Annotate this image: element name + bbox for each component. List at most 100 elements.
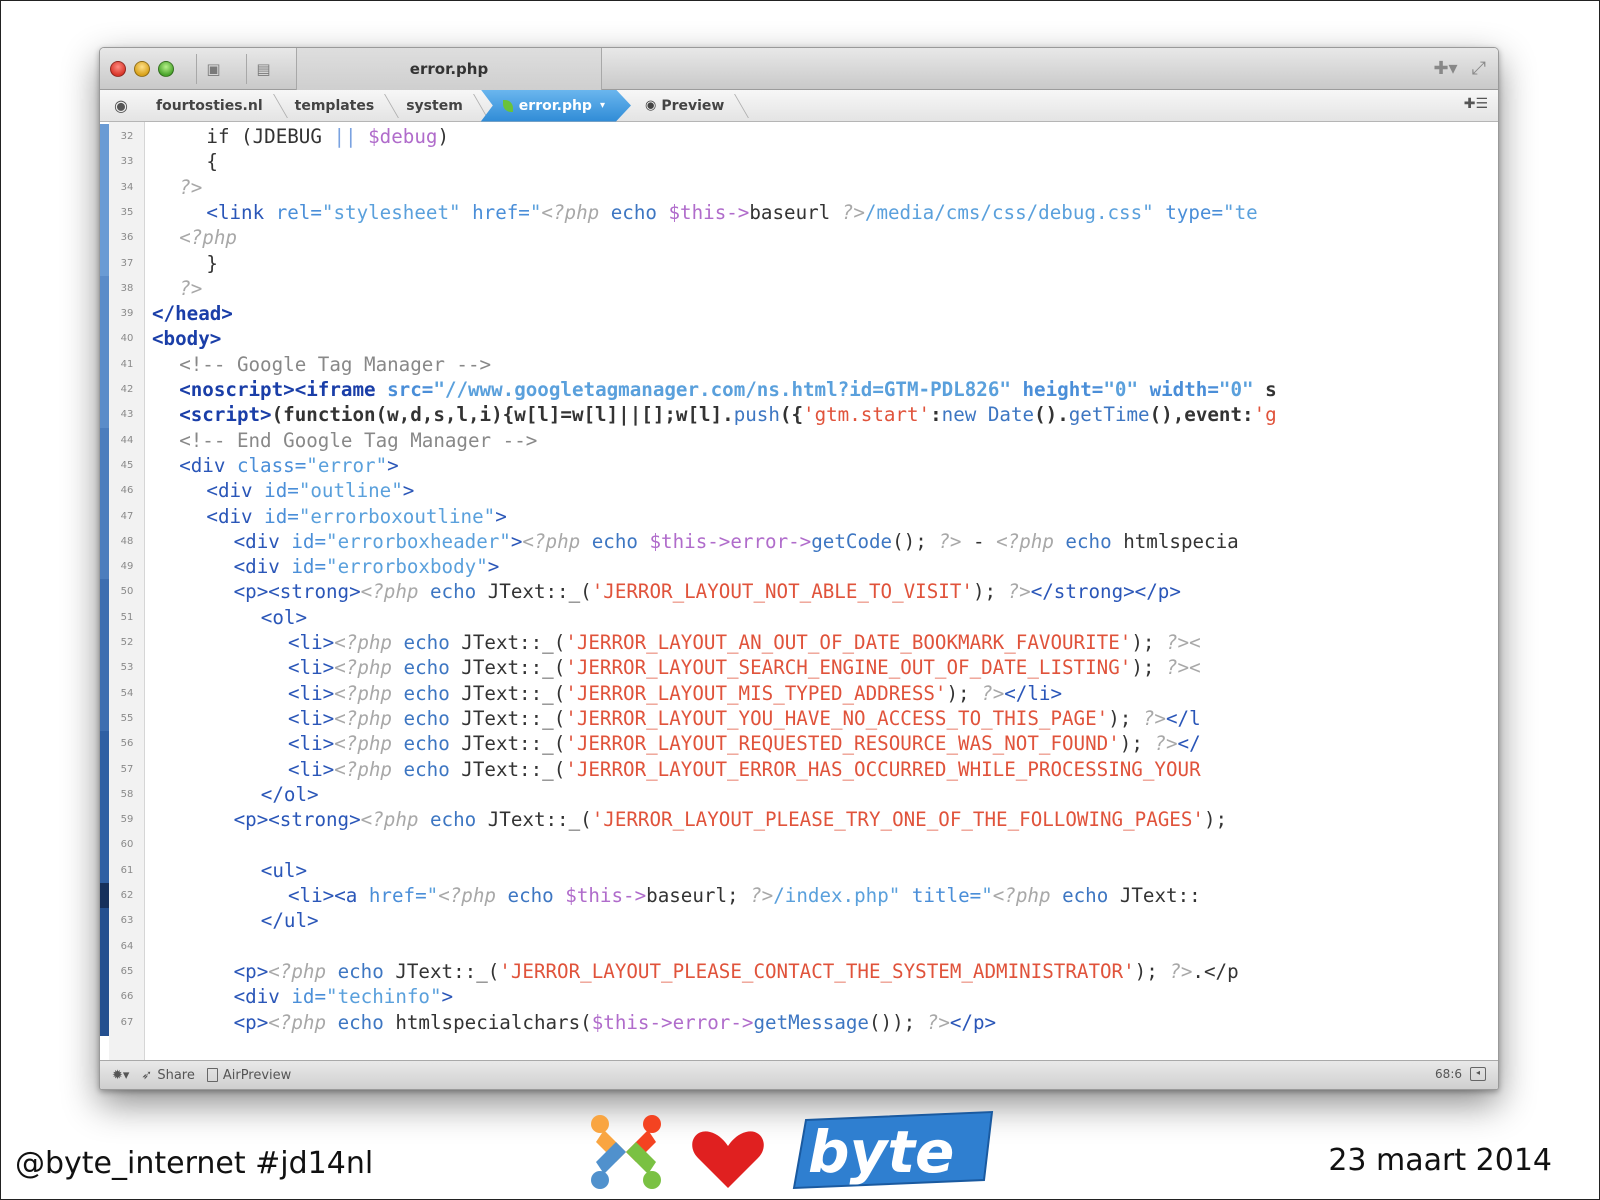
code-text: }	[206, 251, 218, 277]
code-line[interactable]: 41 <!-- Google Tag Manager -->	[100, 351, 1498, 378]
minimize-button[interactable]	[134, 61, 150, 77]
line-number: 54	[120, 687, 134, 699]
code-text: <li><a href="<?php echo $this->baseurl; …	[288, 883, 1201, 909]
code-token: }	[206, 251, 218, 275]
code-line[interactable]: 33 {	[100, 149, 1498, 176]
code-token: >	[487, 555, 500, 579]
preview-button[interactable]: ◉ Preview	[631, 90, 742, 122]
crumb-templates[interactable]: templates	[281, 90, 393, 122]
code-token: <li>	[288, 631, 335, 654]
code-line[interactable]: 39 </head>	[100, 301, 1498, 328]
code-token: </li>	[1004, 681, 1063, 705]
code-token: <script>	[179, 403, 272, 427]
code-line[interactable]: 44 <!-- End Google Tag Manager -->	[100, 427, 1498, 454]
code-token: echo	[599, 200, 669, 224]
code-line[interactable]: 49 <div id="errorboxbody">	[100, 554, 1498, 581]
change-marker	[100, 984, 109, 1011]
code-line[interactable]: 54 <li><?php echo JText::_('JERROR_LAYOUT…	[100, 680, 1498, 707]
code-token: <?php	[334, 681, 392, 705]
settings-menu[interactable]: ✹▾	[112, 1068, 129, 1083]
change-marker	[100, 604, 109, 631]
line-number: 37	[120, 257, 134, 269]
code-token: "	[529, 200, 542, 224]
change-marker	[100, 199, 109, 226]
code-token: id=	[264, 504, 299, 528]
navigation-icon[interactable]: ◉	[100, 90, 142, 122]
panel-toggle-icon[interactable]: ▤	[246, 54, 280, 84]
code-token: 'JERROR_LAYOUT_NOT_ABLE_TO_VISIT'	[591, 580, 973, 604]
line-number: 51	[120, 611, 134, 623]
code-token: href=	[368, 884, 427, 907]
code-line[interactable]: 65 <p><?php echo JText::_('JERROR_LAYOUT_…	[100, 958, 1498, 985]
code-token: echo	[326, 1010, 396, 1034]
add-icon[interactable]: ✚▾	[1433, 58, 1457, 79]
code-token: error->	[730, 529, 812, 553]
code-token: >	[402, 479, 415, 503]
code-token: JText::_(	[487, 580, 592, 604]
bookmark-list-icon[interactable]: ✚☰	[1464, 96, 1488, 112]
crumb-site[interactable]: fourtosties.nl	[142, 90, 281, 122]
code-token: class=	[236, 453, 307, 477]
code-line[interactable]: 66 <div id="techinfo">	[100, 984, 1498, 1011]
code-line[interactable]: 67 <p><?php echo htmlspecialchars($this->…	[100, 1009, 1498, 1036]
code-token: htmlspecialchars(	[395, 1010, 592, 1034]
code-token: "	[981, 884, 993, 907]
titlebar: ▣ ▤ error.php ✚▾ ⤢	[100, 48, 1498, 90]
titlebar-actions: ✚▾ ⤢	[1433, 58, 1486, 79]
tab-error-php[interactable]: error.php	[296, 48, 602, 90]
code-editor[interactable]: 32 if (JDEBUG || $debug) 33 {34 ?> 35 <link re…	[100, 122, 1498, 1062]
code-line[interactable]: 58 </ol>	[100, 781, 1498, 808]
code-line[interactable]: 64	[100, 933, 1498, 960]
sidebar-toggle-icon[interactable]: ▣	[196, 54, 230, 84]
code-line[interactable]: 38 ?>	[100, 275, 1498, 302]
code-line[interactable]: 46 <div id="outline">	[100, 478, 1498, 505]
zoom-button[interactable]	[158, 61, 174, 77]
close-button[interactable]	[110, 61, 126, 77]
code-line[interactable]: 45 <div class="error">	[100, 452, 1498, 479]
fullscreen-icon[interactable]: ⤢	[1472, 58, 1486, 79]
line-number: 47	[120, 510, 134, 522]
code-line[interactable]: 47 <div id="errorboxoutline">	[100, 503, 1498, 530]
crumb-active-file[interactable]: error.php ▾	[480, 89, 631, 122]
code-line[interactable]: 56 <li><?php echo JText::_('JERROR_LAYOUT…	[100, 731, 1498, 758]
code-token: JText::_(	[461, 706, 566, 730]
code-line[interactable]: 59 <p><strong><?php echo JText::_('JERROR…	[100, 807, 1498, 834]
change-marker	[100, 478, 109, 505]
code-token: <?php	[992, 884, 1051, 907]
code-line[interactable]: 43 <script>(function(w,d,s,l,i){w[l]=w[l]…	[100, 402, 1498, 429]
code-line[interactable]: 62 <li><a href="<?php echo $this->baseurl…	[100, 883, 1498, 909]
code-token: </ol>	[260, 782, 319, 806]
code-line[interactable]: 60	[100, 832, 1498, 859]
share-button[interactable]: ➶ Share	[141, 1068, 194, 1083]
code-token: JText::	[1119, 884, 1201, 907]
code-line[interactable]: 34 ?>	[100, 174, 1498, 201]
code-line[interactable]: 50 <p><strong><?php echo JText::_('JERROR…	[100, 579, 1498, 606]
code-token: 'gtm.start'	[803, 403, 931, 427]
code-token: "outline"	[298, 479, 403, 503]
code-line[interactable]: 40 <body>	[100, 326, 1498, 353]
code-token: <li><a	[288, 884, 369, 907]
code-line[interactable]: 32 if (JDEBUG || $debug)	[100, 124, 1498, 150]
code-line[interactable]: 57 <li><?php echo JText::_('JERROR_LAYOUT…	[100, 756, 1498, 783]
code-token: <?php	[541, 200, 600, 224]
code-line[interactable]: 51 <ol>	[100, 604, 1498, 631]
airpreview-button[interactable]: AirPreview	[206, 1068, 291, 1083]
code-line[interactable]: 53 <li><?php echo JText::_('JERROR_LAYOUT…	[100, 655, 1498, 682]
code-line[interactable]: 35 <link rel="stylesheet" href="<?php ech…	[100, 199, 1498, 226]
code-line[interactable]: 61 <ul>	[100, 857, 1498, 884]
code-token: ?>	[841, 200, 865, 224]
code-line[interactable]: 48 <div id="errorboxheader"><?php echo $t…	[100, 528, 1498, 555]
code-line[interactable]: 36 <?php	[100, 225, 1498, 252]
code-token: 'JERROR_LAYOUT_MIS_TYPED_ADDRESS'	[565, 681, 947, 705]
collapse-icon[interactable]: ◂	[1470, 1067, 1486, 1081]
code-line[interactable]: 55 <li><?php echo JText::_('JERROR_LAYOUT…	[100, 705, 1498, 732]
change-marker	[100, 427, 109, 454]
code-line[interactable]: 63 </ul>	[100, 908, 1498, 935]
line-number: 32	[120, 131, 134, 142]
code-line[interactable]: 42 <noscript><iframe src="//www.googletag…	[100, 377, 1498, 403]
code-line[interactable]: 37}	[100, 250, 1498, 277]
code-line[interactable]: 52 <li><?php echo JText::_('JERROR_LAYOUT…	[100, 630, 1498, 656]
crumb-system[interactable]: system	[392, 90, 481, 122]
svg-text:byte: byte	[808, 1118, 954, 1186]
change-marker	[100, 301, 109, 328]
